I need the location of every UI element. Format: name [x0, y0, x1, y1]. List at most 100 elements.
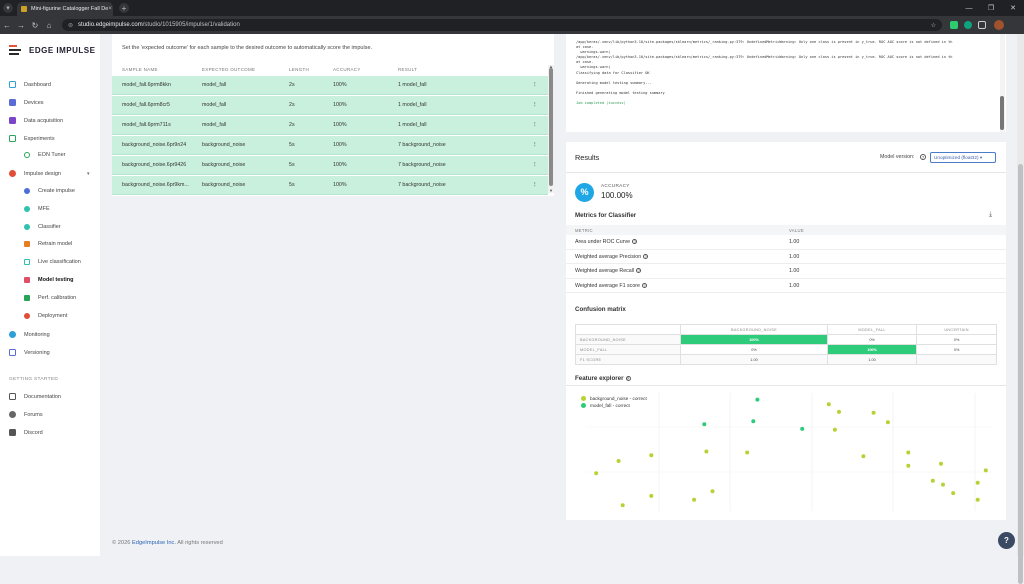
scatter-point[interactable] [616, 459, 621, 463]
site-info-icon[interactable]: ⊜ [68, 22, 73, 29]
sidebar-item-versioning[interactable]: Versioning [9, 349, 50, 356]
help-icon[interactable]: ? [641, 282, 647, 288]
browser-tab[interactable]: Mini-figurine Catalogger Fall De × [17, 2, 113, 16]
col-result[interactable]: RESULT [398, 67, 417, 72]
scatter-point[interactable] [702, 422, 707, 427]
scatter-point[interactable] [692, 497, 697, 502]
scatter-point[interactable] [837, 409, 841, 414]
sidebar-item-live-classification[interactable]: Live classification [24, 259, 81, 265]
sidebar-item-create-impulse[interactable]: Create impulse [24, 188, 75, 194]
sidebar-item-discord[interactable]: Discord [9, 429, 43, 436]
sidebar-item-devices[interactable]: Devices [9, 99, 44, 106]
home-icon[interactable]: ⌂ [42, 21, 56, 30]
sidebar-item-eon-tuner[interactable]: EON Tuner [24, 152, 66, 158]
scatter-point[interactable] [594, 471, 599, 476]
scatter-point[interactable] [906, 450, 911, 455]
scatter-point[interactable] [930, 478, 935, 483]
scatter-point[interactable] [983, 468, 988, 473]
page-scrollbar-thumb[interactable] [1018, 164, 1023, 584]
help-icon[interactable]: ? [643, 253, 649, 259]
reload-icon[interactable]: ↻ [28, 21, 42, 30]
feature-explorer-plot[interactable] [566, 387, 1006, 515]
new-tab-icon[interactable]: + [119, 3, 129, 13]
scroll-down-icon[interactable]: ▼ [548, 188, 554, 193]
row-menu-icon[interactable]: ⋮ [532, 122, 537, 128]
row-menu-icon[interactable]: ⋮ [532, 82, 537, 88]
row-menu-icon[interactable]: ⋮ [532, 162, 537, 168]
scatter-point[interactable] [832, 427, 837, 432]
scatter-point[interactable] [751, 419, 756, 424]
footer-link[interactable]: EdgeImpulse Inc. [132, 540, 176, 546]
table-row[interactable]: model_fall.6prm8cr5 model_fall 2s 100% 1 mod… [112, 96, 548, 115]
minimize-icon[interactable]: — [958, 0, 980, 16]
extension-chat-icon[interactable] [964, 21, 972, 29]
col-accuracy[interactable]: ACCURACY [333, 67, 361, 72]
maximize-icon[interactable]: ❐ [980, 0, 1002, 16]
sidebar-item-documentation[interactable]: Documentation [9, 393, 61, 400]
table-row[interactable]: background_noise.6pr9n24 background_noise… [112, 136, 548, 155]
col-sample-name[interactable]: SAMPLE NAME [122, 67, 158, 72]
bookmark-star-icon[interactable]: ☆ [931, 22, 936, 29]
row-menu-icon[interactable]: ⋮ [532, 142, 537, 148]
samples-scrollbar[interactable]: ▲ ▼ [548, 64, 554, 193]
scatter-point[interactable] [620, 503, 625, 508]
close-window-icon[interactable]: ✕ [1002, 0, 1024, 16]
tab-search-icon[interactable]: ▾ [3, 3, 13, 13]
sidebar-item-deployment[interactable]: Deployment [24, 313, 67, 319]
scatter-point[interactable] [826, 402, 831, 407]
extension-shield-icon[interactable] [950, 21, 958, 29]
help-icon[interactable]: ? [920, 154, 926, 160]
row-menu-icon[interactable]: ⋮ [532, 182, 537, 188]
scatter-point[interactable] [871, 410, 876, 415]
scatter-point[interactable] [951, 491, 956, 496]
sidebar-item-perf-calibration[interactable]: Perf. calibration [24, 295, 76, 301]
table-row[interactable]: background_noise.6pr9km... background_noi… [112, 176, 548, 195]
scatter-point[interactable] [975, 480, 980, 485]
col-length[interactable]: LENGTH [289, 67, 309, 72]
scatter-point[interactable] [649, 493, 654, 498]
scatter-point[interactable] [745, 450, 750, 455]
extensions-puzzle-icon[interactable] [978, 21, 986, 29]
scatter-point[interactable] [941, 482, 945, 487]
chevron-down-icon[interactable]: ▾ [87, 171, 90, 177]
sidebar-item-forums[interactable]: Forums [9, 411, 43, 418]
sidebar-item-retrain-model[interactable]: Retrain model [24, 241, 72, 247]
help-fab-icon[interactable]: ? [998, 532, 1015, 549]
table-row[interactable]: background_noise.6pr9426 background_noise… [112, 156, 548, 175]
sidebar-item-mfe[interactable]: MFE [24, 206, 50, 212]
row-menu-icon[interactable]: ⋮ [532, 102, 537, 108]
address-bar[interactable]: ⊜ studio.edgeimpulse.com /studio/1015905… [62, 19, 942, 31]
sidebar-item-experiments[interactable]: Experiments [9, 135, 55, 142]
sidebar-item-impulse-design[interactable]: Impulse design [9, 170, 61, 177]
col-expected-outcome[interactable]: EXPECTED OUTCOME [202, 67, 255, 72]
scatter-point[interactable] [800, 426, 805, 431]
sidebar-item-dashboard[interactable]: Dashboard [9, 81, 51, 88]
scatter-point[interactable] [710, 489, 715, 494]
scatter-point[interactable] [885, 420, 890, 425]
table-row[interactable]: model_fall.6prm8kkn model_fall 2s 100% 1 mod… [112, 76, 548, 95]
sidebar-item-classifier[interactable]: Classifier [24, 224, 61, 230]
profile-avatar[interactable] [994, 20, 1004, 30]
model-version-select[interactable]: Unoptimized (float32) ▾ [930, 152, 996, 163]
scatter-point[interactable] [906, 463, 911, 468]
sidebar-item-model-testing[interactable]: Model testing [24, 277, 73, 283]
scatter-point[interactable] [975, 497, 980, 502]
scatter-point[interactable] [939, 461, 943, 466]
help-icon[interactable]: ? [636, 268, 642, 274]
sidebar-item-data-acquisition[interactable]: Data acquisition [9, 117, 63, 124]
sidebar-item-monitoring[interactable]: Monitoring [9, 331, 50, 338]
scatter-point[interactable] [755, 397, 760, 402]
scatter-point[interactable] [649, 453, 654, 458]
scatter-point[interactable] [861, 454, 866, 459]
table-row[interactable]: model_fall.6prm711s model_fall 2s 100% 1 mod… [112, 116, 548, 135]
tab-close-icon[interactable]: × [108, 6, 112, 12]
log-scrollbar-thumb[interactable] [1000, 96, 1004, 130]
back-icon[interactable]: ← [0, 21, 14, 30]
forward-icon[interactable]: → [14, 21, 28, 30]
log-scrollbar[interactable] [1000, 34, 1005, 132]
edge-impulse-logo[interactable]: EDGE IMPULSE [9, 45, 95, 55]
download-icon[interactable]: ⤓ [989, 211, 992, 219]
page-scrollbar[interactable] [1017, 34, 1024, 584]
samples-scrollbar-thumb[interactable] [549, 68, 553, 186]
scatter-point[interactable] [704, 449, 709, 454]
